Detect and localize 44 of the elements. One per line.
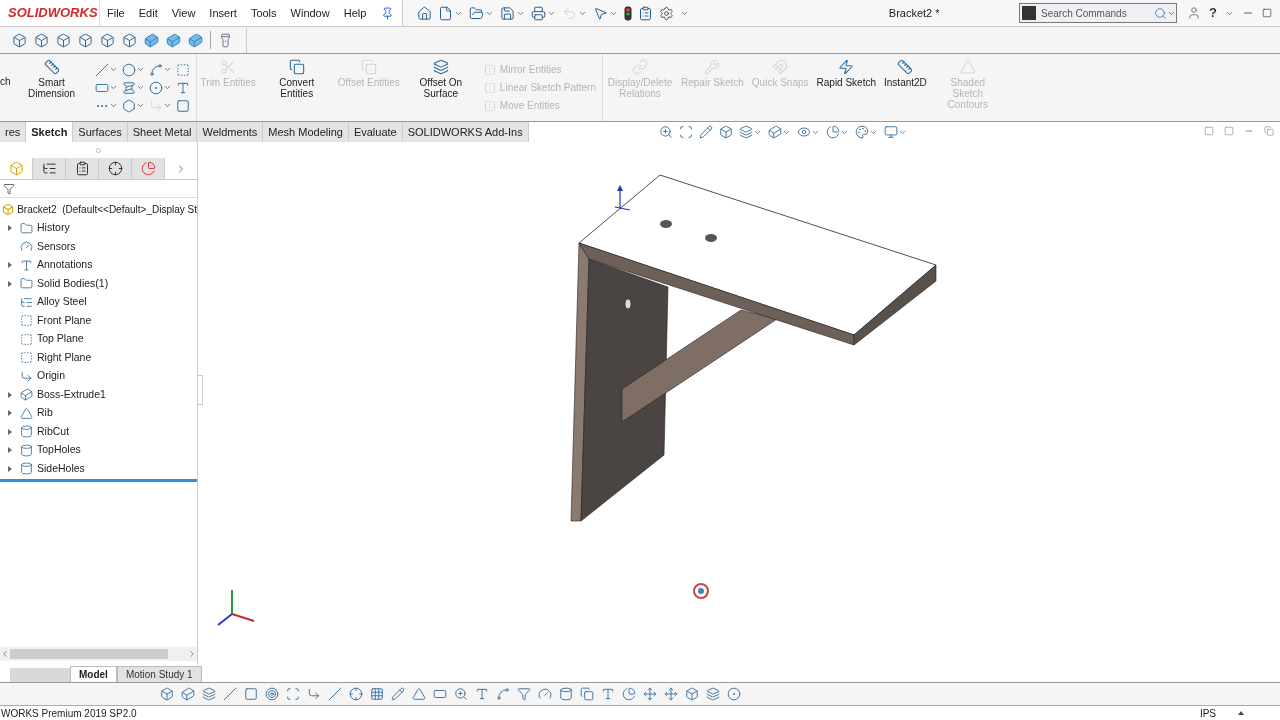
tab[interactable]: Model	[70, 666, 117, 682]
tree-item[interactable]: Alloy Steel	[37, 294, 87, 311]
window-title: Bracket2 *	[888, 5, 940, 21]
tree-item[interactable]: Right Plane	[37, 349, 92, 366]
tree-root[interactable]: Bracket2 (Default<<Default>_Display St	[17, 202, 197, 217]
units-label[interactable]: IPS	[1199, 705, 1216, 720]
menu-item[interactable]: File	[100, 4, 132, 22]
command-button[interactable]: Instant2D	[880, 54, 931, 121]
command-label[interactable]: ch	[0, 76, 15, 121]
tree-item[interactable]: RibCut	[37, 423, 70, 440]
tree-item[interactable]: Annotations	[37, 257, 93, 274]
tree-item[interactable]: Rib	[37, 405, 53, 422]
status-text: WORKS Premium 2019 SP2.0	[0, 706, 137, 720]
help-icon[interactable]: ?	[1209, 3, 1217, 23]
menu-item[interactable]: Edit	[131, 4, 165, 22]
tab[interactable]: res	[0, 122, 27, 142]
tree-item[interactable]: Boss-Extrude1	[37, 386, 106, 403]
search-input[interactable]: Search Commands	[1041, 5, 1155, 21]
app-logo: SOLIDWORKS	[7, 4, 98, 23]
tab[interactable]: Weldments	[197, 122, 264, 142]
tab[interactable]: Motion Study 1	[116, 666, 202, 682]
tab[interactable]: Sheet Metal	[127, 122, 198, 142]
tree-item[interactable]: Front Plane	[37, 312, 92, 329]
menu-item[interactable]: Insert	[202, 4, 244, 22]
command-button[interactable]: Rapid Sketch	[812, 54, 880, 121]
menu-item[interactable]: Help	[336, 4, 374, 22]
tab[interactable]: Evaluate	[348, 122, 403, 142]
menu-item[interactable]: View	[164, 4, 203, 22]
tab[interactable]: Mesh Modeling	[263, 122, 349, 142]
tree-item[interactable]: Sensors	[37, 238, 76, 255]
tree-item[interactable]: TopHoles	[37, 442, 81, 459]
menu-item[interactable]: Window	[283, 4, 337, 22]
tree-item[interactable]: Solid Bodies(1)	[37, 275, 109, 292]
tree-item[interactable]: Origin	[37, 368, 65, 385]
tree-item[interactable]: Top Plane	[37, 331, 84, 348]
tab[interactable]: Surfaces	[73, 122, 128, 142]
command-button[interactable]: Convert Entities	[259, 54, 334, 121]
command-button[interactable]: Offset On Surface	[403, 54, 478, 121]
search-field[interactable]: Search Commands	[1019, 3, 1178, 23]
tab[interactable]: SOLIDWORKS Add-Ins	[402, 122, 529, 142]
tree-item[interactable]: SideHoles	[37, 460, 85, 477]
command-button[interactable]: Smart Dimension	[14, 54, 89, 121]
tree-item[interactable]: History	[37, 220, 70, 237]
menu-item[interactable]: Tools	[243, 4, 284, 22]
